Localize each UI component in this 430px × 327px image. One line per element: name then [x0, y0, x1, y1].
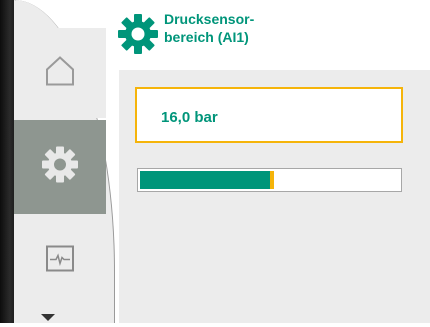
gear-icon [117, 13, 159, 60]
content-panel: 16,0 bar [119, 70, 430, 323]
nav-item-diagnostics[interactable] [14, 216, 106, 306]
nav-item-settings[interactable] [14, 120, 106, 214]
home-icon [43, 55, 77, 92]
page-title-line1: Drucksensor- [164, 11, 255, 27]
level-bar-fill [140, 171, 274, 189]
graph-icon [45, 245, 75, 278]
page-title: Drucksensor- bereich (AI1) [164, 10, 364, 46]
nav-item-home[interactable] [14, 28, 106, 118]
value-field[interactable]: 16,0 bar [135, 87, 403, 143]
gear-icon [40, 145, 80, 190]
triangle-down-icon[interactable] [40, 309, 56, 327]
level-bar [137, 168, 402, 192]
value-text: 16,0 bar [161, 109, 218, 126]
page-title-line2: bereich (AI1) [164, 29, 249, 45]
